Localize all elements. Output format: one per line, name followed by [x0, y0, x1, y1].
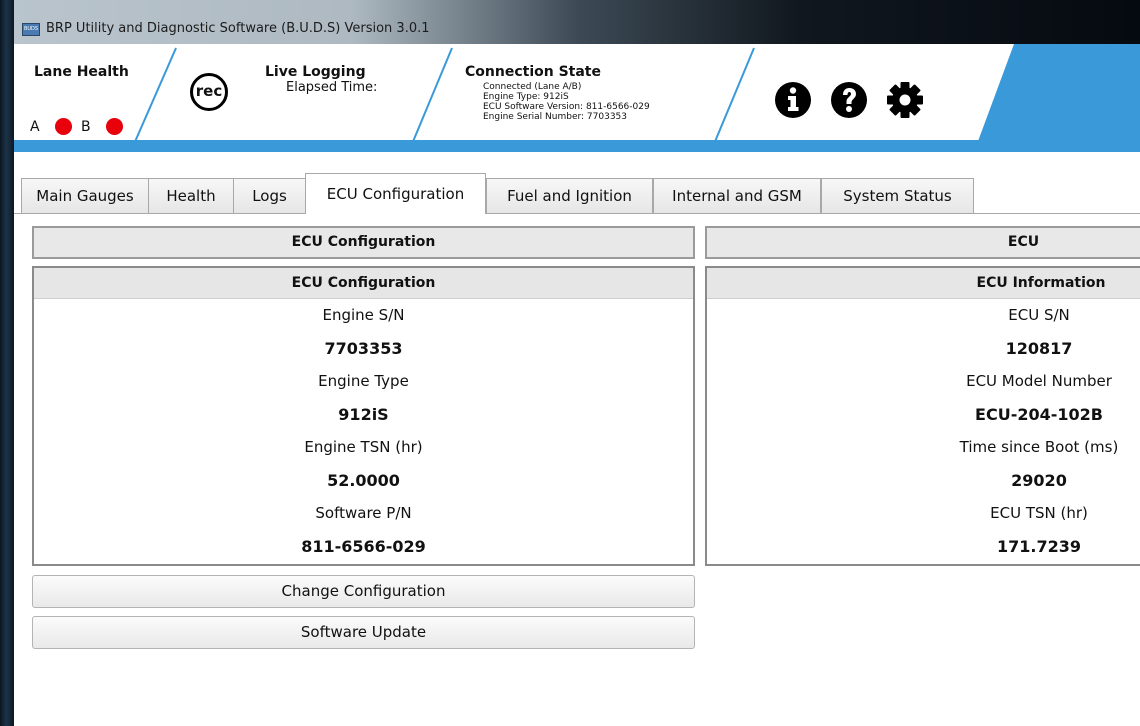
ecu-tsn-value-text: 171.7239 — [996, 537, 1081, 556]
ecu-information-box-title: ECU Information — [707, 268, 1140, 299]
ecu-configuration-box: ECU Configuration Engine S/N 7703353 Eng… — [32, 266, 695, 566]
status-header: Lane Health A B rec Live Logging Elapsed… — [14, 44, 1140, 152]
ecu-software-version-text: ECU Software Version: 811-6566-029 — [483, 102, 650, 112]
ecu-information-title-text: ECU Information — [976, 275, 1106, 291]
ecu-section-header: ECU — [705, 226, 1140, 259]
tab-ecu-configuration[interactable]: ECU Configuration — [305, 173, 486, 214]
ecu-model-number-value-text: ECU-204-102B — [975, 405, 1103, 424]
lane-health-title: Lane Health — [34, 64, 129, 80]
change-configuration-button[interactable]: Change Configuration — [32, 575, 695, 608]
window-titlebar[interactable]: BUDS BRP Utility and Diagnostic Software… — [14, 0, 1140, 44]
ecu-sn-value: 120817 — [707, 332, 1140, 365]
settings-gear-icon[interactable] — [885, 80, 925, 120]
tab-logs[interactable]: Logs — [233, 178, 306, 213]
ecu-information-box: ECU Information ECU S/N 120817 ECU Model… — [705, 266, 1140, 566]
engine-type-text: Engine Type: 912iS — [483, 92, 569, 102]
software-pn-value: 811-6566-029 — [301, 537, 426, 556]
tab-system-status[interactable]: System Status — [821, 178, 974, 213]
engine-type-label: Engine Type — [318, 372, 409, 390]
engine-sn-label: Engine S/N — [322, 306, 405, 324]
software-pn-label: Software P/N — [315, 504, 412, 522]
tab-bar-divider — [14, 213, 1140, 214]
lane-b-label: B — [81, 119, 91, 135]
tab-main-gauges[interactable]: Main Gauges — [21, 178, 149, 213]
engine-serial-number-text: Engine Serial Number: 7703353 — [483, 112, 628, 122]
ecu-tsn-label: ECU TSN (hr) — [707, 497, 1140, 530]
engine-sn-value: 7703353 — [324, 339, 403, 358]
live-logging-title: Live Logging — [265, 64, 366, 80]
info-icon[interactable] — [773, 80, 813, 120]
lane-a-status-indicator — [55, 118, 72, 135]
ecu-sn-label-text: ECU S/N — [1008, 306, 1070, 324]
time-since-boot-label-text: Time since Boot (ms) — [959, 438, 1119, 456]
help-icon[interactable] — [829, 80, 869, 120]
elapsed-time-label: Elapsed Time: — [286, 80, 378, 95]
time-since-boot-value: 29020 — [707, 464, 1140, 497]
header-background — [14, 44, 1140, 152]
engine-type-value: 912iS — [338, 405, 389, 424]
engine-tsn-label: Engine TSN (hr) — [304, 438, 423, 456]
time-since-boot-value-text: 29020 — [1011, 471, 1067, 490]
connection-status-text: Connected (Lane A/B) — [483, 82, 582, 92]
ecu-model-number-value: ECU-204-102B — [707, 398, 1140, 431]
ecu-sn-value-text: 120817 — [1005, 339, 1073, 358]
ecu-configuration-section-header: ECU Configuration — [32, 226, 695, 259]
buds-app-icon: BUDS — [22, 23, 40, 36]
window-left-edge — [0, 0, 14, 726]
ecu-model-number-label: ECU Model Number — [707, 365, 1140, 398]
engine-tsn-value: 52.0000 — [327, 471, 400, 490]
ecu-configuration-box-title: ECU Configuration — [34, 268, 693, 299]
software-update-button[interactable]: Software Update — [32, 616, 695, 649]
connection-state-title: Connection State — [465, 64, 601, 80]
time-since-boot-label: Time since Boot (ms) — [707, 431, 1140, 464]
ecu-sn-label: ECU S/N — [707, 299, 1140, 332]
lane-b-status-indicator — [106, 118, 123, 135]
tab-health[interactable]: Health — [148, 178, 234, 213]
tab-internal-and-gsm[interactable]: Internal and GSM — [653, 178, 821, 213]
ecu-tsn-value: 171.7239 — [707, 530, 1140, 563]
window-title: BRP Utility and Diagnostic Software (B.U… — [46, 21, 430, 36]
record-button[interactable]: rec — [190, 73, 228, 111]
tab-fuel-and-ignition[interactable]: Fuel and Ignition — [486, 178, 653, 213]
ecu-model-number-label-text: ECU Model Number — [966, 372, 1112, 390]
lane-a-label: A — [30, 119, 40, 135]
ecu-tsn-label-text: ECU TSN (hr) — [990, 504, 1088, 522]
